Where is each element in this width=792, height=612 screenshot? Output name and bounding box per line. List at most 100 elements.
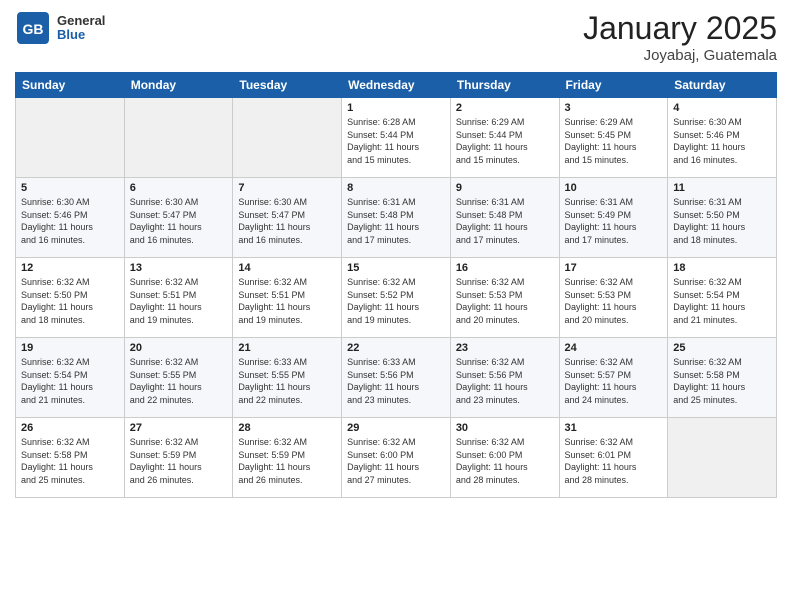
header: GB General Blue January 2025 Joyabaj, Gu… bbox=[15, 10, 777, 64]
day-cell bbox=[668, 418, 777, 498]
header-thursday: Thursday bbox=[450, 73, 559, 98]
day-cell bbox=[233, 98, 342, 178]
day-number: 1 bbox=[347, 102, 445, 114]
day-info: Sunrise: 6:30 AM Sunset: 5:47 PM Dayligh… bbox=[238, 196, 336, 246]
day-info: Sunrise: 6:32 AM Sunset: 6:00 PM Dayligh… bbox=[347, 436, 445, 486]
day-cell: 28 Sunrise: 6:32 AM Sunset: 5:59 PM Dayli… bbox=[233, 418, 342, 498]
day-info: Sunrise: 6:32 AM Sunset: 5:58 PM Dayligh… bbox=[673, 356, 771, 406]
day-info: Sunrise: 6:33 AM Sunset: 5:56 PM Dayligh… bbox=[347, 356, 445, 406]
day-info: Sunrise: 6:32 AM Sunset: 6:01 PM Dayligh… bbox=[565, 436, 663, 486]
day-info: Sunrise: 6:29 AM Sunset: 5:45 PM Dayligh… bbox=[565, 116, 663, 166]
svg-text:GB: GB bbox=[23, 21, 44, 37]
day-number: 19 bbox=[21, 342, 119, 354]
header-monday: Monday bbox=[124, 73, 233, 98]
day-number: 5 bbox=[21, 182, 119, 194]
header-saturday: Saturday bbox=[668, 73, 777, 98]
day-info: Sunrise: 6:32 AM Sunset: 5:53 PM Dayligh… bbox=[456, 276, 554, 326]
logo-general-text: General bbox=[57, 14, 105, 28]
day-number: 6 bbox=[130, 182, 228, 194]
day-number: 7 bbox=[238, 182, 336, 194]
day-cell: 11 Sunrise: 6:31 AM Sunset: 5:50 PM Dayli… bbox=[668, 178, 777, 258]
day-number: 23 bbox=[456, 342, 554, 354]
day-number: 18 bbox=[673, 262, 771, 274]
day-number: 9 bbox=[456, 182, 554, 194]
day-info: Sunrise: 6:32 AM Sunset: 5:51 PM Dayligh… bbox=[238, 276, 336, 326]
day-number: 21 bbox=[238, 342, 336, 354]
day-cell: 2Sunrise: 6:29 AM Sunset: 5:44 PM Daylig… bbox=[450, 98, 559, 178]
day-info: Sunrise: 6:31 AM Sunset: 5:50 PM Dayligh… bbox=[673, 196, 771, 246]
header-sunday: Sunday bbox=[16, 73, 125, 98]
day-number: 3 bbox=[565, 102, 663, 114]
day-number: 12 bbox=[21, 262, 119, 274]
calendar-header: Sunday Monday Tuesday Wednesday Thursday… bbox=[16, 73, 777, 98]
day-cell: 31Sunrise: 6:32 AM Sunset: 6:01 PM Dayli… bbox=[559, 418, 668, 498]
day-number: 28 bbox=[238, 422, 336, 434]
day-number: 4 bbox=[673, 102, 771, 114]
day-info: Sunrise: 6:30 AM Sunset: 5:46 PM Dayligh… bbox=[673, 116, 771, 166]
day-number: 27 bbox=[130, 422, 228, 434]
week-row-5: 26Sunrise: 6:32 AM Sunset: 5:58 PM Dayli… bbox=[16, 418, 777, 498]
day-cell: 16 Sunrise: 6:32 AM Sunset: 5:53 PM Dayli… bbox=[450, 258, 559, 338]
logo: GB General Blue bbox=[15, 10, 105, 46]
day-info: Sunrise: 6:28 AM Sunset: 5:44 PM Dayligh… bbox=[347, 116, 445, 166]
day-info: Sunrise: 6:30 AM Sunset: 5:47 PM Dayligh… bbox=[130, 196, 228, 246]
day-cell: 4 Sunrise: 6:30 AM Sunset: 5:46 PM Daylig… bbox=[668, 98, 777, 178]
day-cell: 27 Sunrise: 6:32 AM Sunset: 5:59 PM Dayli… bbox=[124, 418, 233, 498]
day-info: Sunrise: 6:32 AM Sunset: 5:51 PM Dayligh… bbox=[130, 276, 228, 326]
day-cell bbox=[16, 98, 125, 178]
day-number: 8 bbox=[347, 182, 445, 194]
day-info: Sunrise: 6:33 AM Sunset: 5:55 PM Dayligh… bbox=[238, 356, 336, 406]
day-cell: 17Sunrise: 6:32 AM Sunset: 5:53 PM Dayli… bbox=[559, 258, 668, 338]
day-cell: 29Sunrise: 6:32 AM Sunset: 6:00 PM Dayli… bbox=[342, 418, 451, 498]
month-title: January 2025 bbox=[583, 10, 777, 47]
day-info: Sunrise: 6:32 AM Sunset: 5:50 PM Dayligh… bbox=[21, 276, 119, 326]
day-cell: 26Sunrise: 6:32 AM Sunset: 5:58 PM Dayli… bbox=[16, 418, 125, 498]
day-number: 17 bbox=[565, 262, 663, 274]
day-number: 24 bbox=[565, 342, 663, 354]
day-info: Sunrise: 6:31 AM Sunset: 5:49 PM Dayligh… bbox=[565, 196, 663, 246]
day-info: Sunrise: 6:32 AM Sunset: 5:52 PM Dayligh… bbox=[347, 276, 445, 326]
day-info: Sunrise: 6:32 AM Sunset: 5:59 PM Dayligh… bbox=[238, 436, 336, 486]
location-subtitle: Joyabaj, Guatemala bbox=[583, 47, 777, 64]
day-info: Sunrise: 6:32 AM Sunset: 5:59 PM Dayligh… bbox=[130, 436, 228, 486]
day-number: 22 bbox=[347, 342, 445, 354]
day-cell: 18Sunrise: 6:32 AM Sunset: 5:54 PM Dayli… bbox=[668, 258, 777, 338]
day-cell: 13 Sunrise: 6:32 AM Sunset: 5:51 PM Dayli… bbox=[124, 258, 233, 338]
day-number: 11 bbox=[673, 182, 771, 194]
day-cell: 10 Sunrise: 6:31 AM Sunset: 5:49 PM Dayli… bbox=[559, 178, 668, 258]
day-cell bbox=[124, 98, 233, 178]
day-number: 15 bbox=[347, 262, 445, 274]
day-cell: 3 Sunrise: 6:29 AM Sunset: 5:45 PM Daylig… bbox=[559, 98, 668, 178]
week-row-2: 5 Sunrise: 6:30 AM Sunset: 5:46 PM Daylig… bbox=[16, 178, 777, 258]
day-info: Sunrise: 6:29 AM Sunset: 5:44 PM Dayligh… bbox=[456, 116, 554, 166]
header-wednesday: Wednesday bbox=[342, 73, 451, 98]
day-number: 10 bbox=[565, 182, 663, 194]
calendar-body: 1 Sunrise: 6:28 AM Sunset: 5:44 PM Daylig… bbox=[16, 98, 777, 498]
day-number: 20 bbox=[130, 342, 228, 354]
day-cell: 9Sunrise: 6:31 AM Sunset: 5:48 PM Daylig… bbox=[450, 178, 559, 258]
day-info: Sunrise: 6:30 AM Sunset: 5:46 PM Dayligh… bbox=[21, 196, 119, 246]
day-cell: 23Sunrise: 6:32 AM Sunset: 5:56 PM Dayli… bbox=[450, 338, 559, 418]
day-cell: 8Sunrise: 6:31 AM Sunset: 5:48 PM Daylig… bbox=[342, 178, 451, 258]
week-row-1: 1 Sunrise: 6:28 AM Sunset: 5:44 PM Daylig… bbox=[16, 98, 777, 178]
day-number: 14 bbox=[238, 262, 336, 274]
day-number: 25 bbox=[673, 342, 771, 354]
header-tuesday: Tuesday bbox=[233, 73, 342, 98]
day-number: 26 bbox=[21, 422, 119, 434]
week-row-3: 12 Sunrise: 6:32 AM Sunset: 5:50 PM Dayli… bbox=[16, 258, 777, 338]
day-number: 16 bbox=[456, 262, 554, 274]
day-cell: 5 Sunrise: 6:30 AM Sunset: 5:46 PM Daylig… bbox=[16, 178, 125, 258]
header-friday: Friday bbox=[559, 73, 668, 98]
day-cell: 6 Sunrise: 6:30 AM Sunset: 5:47 PM Daylig… bbox=[124, 178, 233, 258]
day-info: Sunrise: 6:32 AM Sunset: 5:57 PM Dayligh… bbox=[565, 356, 663, 406]
day-cell: 22 Sunrise: 6:33 AM Sunset: 5:56 PM Dayli… bbox=[342, 338, 451, 418]
weekday-header-row: Sunday Monday Tuesday Wednesday Thursday… bbox=[16, 73, 777, 98]
calendar-container: GB General Blue January 2025 Joyabaj, Gu… bbox=[0, 0, 792, 612]
title-block: January 2025 Joyabaj, Guatemala bbox=[583, 10, 777, 64]
day-cell: 19Sunrise: 6:32 AM Sunset: 5:54 PM Dayli… bbox=[16, 338, 125, 418]
day-number: 13 bbox=[130, 262, 228, 274]
day-cell: 14 Sunrise: 6:32 AM Sunset: 5:51 PM Dayli… bbox=[233, 258, 342, 338]
day-cell: 21 Sunrise: 6:33 AM Sunset: 5:55 PM Dayli… bbox=[233, 338, 342, 418]
day-cell: 20 Sunrise: 6:32 AM Sunset: 5:55 PM Dayli… bbox=[124, 338, 233, 418]
day-info: Sunrise: 6:32 AM Sunset: 5:55 PM Dayligh… bbox=[130, 356, 228, 406]
